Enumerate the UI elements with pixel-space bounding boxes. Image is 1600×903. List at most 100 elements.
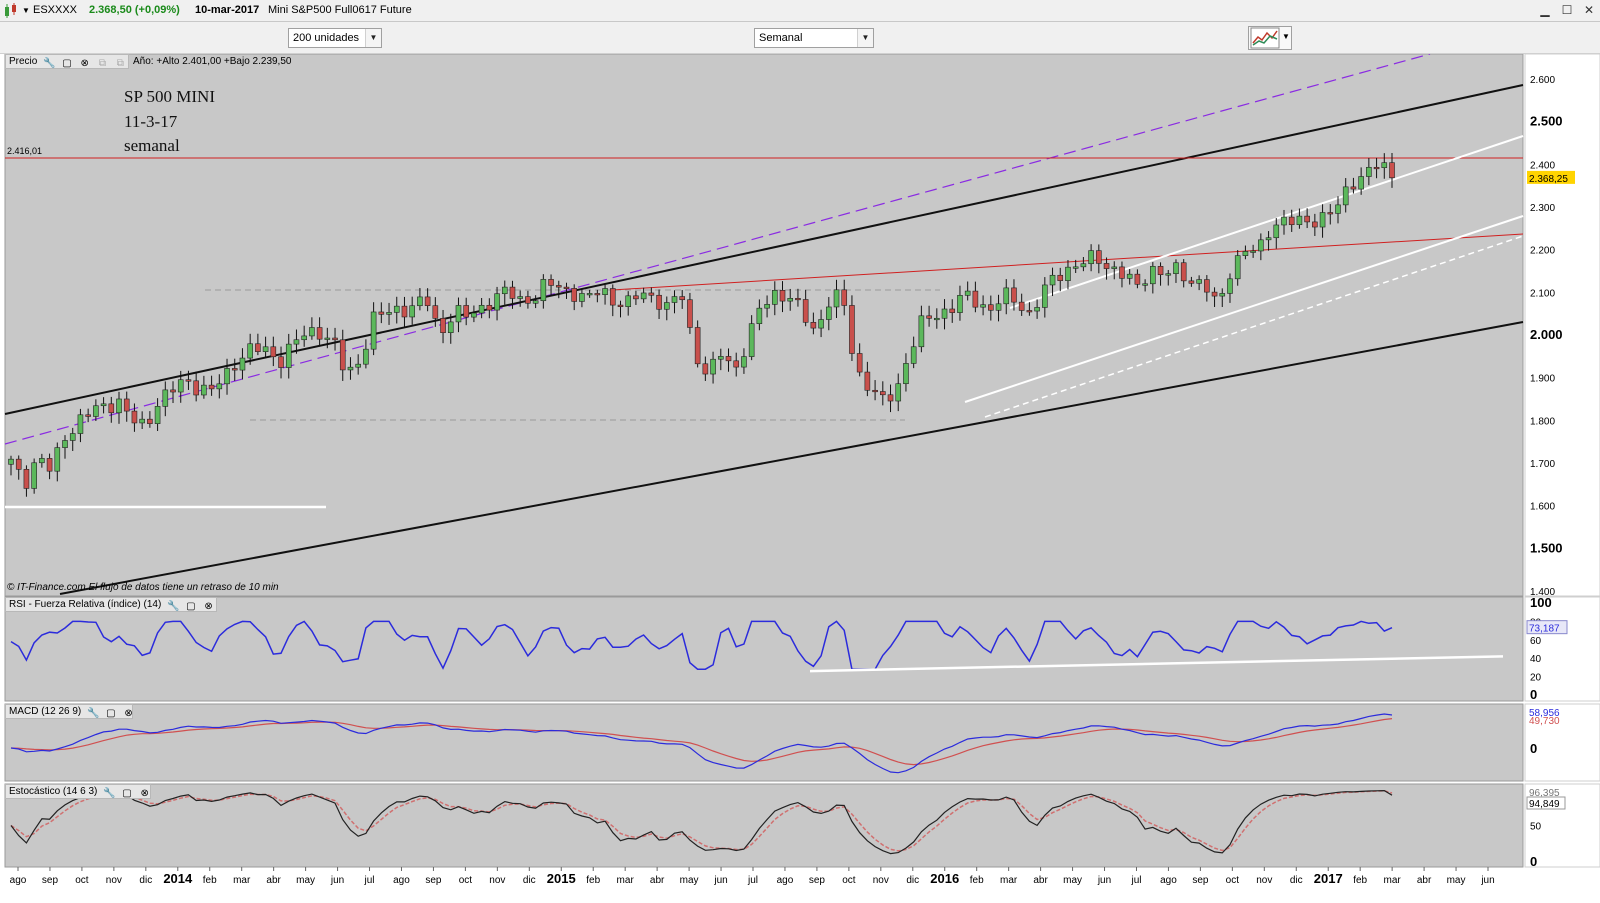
x-axis-label: jun — [713, 875, 727, 886]
close-icon[interactable]: ⊗ — [79, 58, 91, 70]
close-icon[interactable]: ⊗ — [203, 601, 215, 613]
bull-candle — [1335, 204, 1341, 214]
bull-candle — [116, 398, 122, 414]
bear-candle — [656, 294, 662, 310]
bear-candle — [887, 394, 894, 402]
bull-candle — [957, 295, 963, 313]
rsi-y-tick: 100 — [1530, 595, 1552, 610]
bull-candle — [1065, 266, 1071, 281]
macd-panel-label: MACD (12 26 9) — [9, 706, 82, 717]
units-select[interactable]: 200 unidades ▼ — [288, 28, 382, 48]
chevron-down-icon[interactable]: ▼ — [1282, 32, 1290, 41]
bear-candle — [594, 293, 601, 296]
x-axis-label: oct — [75, 875, 89, 886]
x-axis-label: mar — [1384, 875, 1402, 886]
bear-candle — [1288, 216, 1295, 226]
bull-candle — [1281, 216, 1287, 226]
x-axis-label: abr — [266, 875, 281, 886]
close-icon[interactable]: ⊗ — [123, 708, 135, 720]
maximize-button[interactable]: ☐ — [1558, 1, 1576, 19]
bear-candle — [463, 305, 469, 318]
chart-style-button[interactable]: ▼ — [1248, 26, 1292, 50]
rsi-y-tick: 60 — [1530, 636, 1542, 647]
wrench-icon[interactable]: 🔧 — [43, 58, 55, 70]
bull-candle — [455, 305, 462, 323]
price-panel-header: Precio 🔧 ▢ ⊗ ⧉ ⧉ — [5, 54, 129, 69]
bull-candle — [8, 458, 14, 465]
bear-candle — [1180, 262, 1187, 282]
close-button[interactable]: ✕ — [1580, 1, 1598, 19]
chevron-down-icon[interactable]: ▼ — [365, 29, 381, 47]
window-icon[interactable]: ▢ — [121, 788, 133, 800]
close-icon[interactable]: ⊗ — [139, 788, 151, 800]
bull-candle — [285, 343, 292, 368]
bear-candle — [687, 299, 693, 328]
chart-toolbar: 200 unidades ▼ Semanal ▼ ▼ — [0, 22, 1600, 54]
chevron-down-icon[interactable]: ▼ — [857, 29, 873, 47]
bull-candle — [293, 339, 300, 345]
price-y-tick: 2.200 — [1530, 246, 1555, 257]
x-axis-label: may — [1063, 875, 1082, 886]
x-axis-label: sep — [425, 875, 442, 886]
bull-candle — [1265, 237, 1272, 241]
window-icon[interactable]: ▢ — [61, 58, 73, 70]
symbol-label[interactable]: ESXXXX — [33, 4, 77, 16]
bear-candle — [170, 389, 176, 393]
bull-candle — [579, 293, 585, 302]
symbol-dropdown-arrow-icon[interactable]: ▼ — [22, 6, 30, 15]
bull-candle — [417, 296, 423, 307]
window-icon[interactable]: ▢ — [105, 708, 117, 720]
price-y-tick: 2.100 — [1530, 288, 1555, 299]
bull-candle — [818, 319, 824, 329]
bull-candle — [247, 343, 253, 359]
x-axis-label: jul — [747, 875, 758, 886]
bull-candle — [201, 384, 207, 396]
bull-candle — [1319, 212, 1326, 228]
wrench-icon[interactable]: 🔧 — [87, 708, 99, 720]
period-select[interactable]: Semanal ▼ — [754, 28, 874, 48]
bull-candle — [1003, 287, 1010, 305]
bull-candle — [910, 346, 917, 364]
bull-candle — [1196, 279, 1202, 284]
minimize-button[interactable]: ▁ — [1536, 1, 1554, 19]
bear-candle — [108, 403, 115, 414]
bear-candle — [949, 308, 956, 313]
bull-candle — [239, 357, 246, 371]
x-axis-label: 2016 — [930, 871, 959, 886]
x-axis-label: mar — [1000, 875, 1018, 886]
bear-candle — [193, 380, 199, 396]
bear-candle — [609, 288, 616, 306]
wrench-icon[interactable]: 🔧 — [167, 601, 179, 613]
bull-candle — [918, 315, 925, 348]
annotation-timeframe: semanal — [124, 136, 180, 155]
units-select-value: 200 unidades — [293, 32, 360, 44]
bear-candle — [23, 469, 30, 489]
bear-candle — [571, 288, 578, 302]
bear-candle — [856, 353, 863, 373]
bear-candle — [872, 389, 878, 393]
paste-icon[interactable]: ⧉ — [114, 58, 126, 70]
bull-candle — [756, 307, 763, 324]
bull-candle — [471, 312, 477, 318]
x-axis-label: ago — [1160, 875, 1177, 886]
bear-candle — [1011, 287, 1017, 303]
bear-candle — [779, 290, 786, 302]
x-axis-label: nov — [106, 875, 122, 886]
window-icon[interactable]: ▢ — [185, 601, 197, 613]
bull-candle — [363, 348, 369, 365]
bull-candle — [964, 290, 971, 296]
chart-canvas[interactable]: 2.600 2.500 2.400 2.300 2.200 2.100 2.000 1.900… — [0, 54, 1600, 903]
candlestick-app-icon[interactable] — [3, 3, 19, 19]
bull-candle — [54, 447, 61, 472]
x-axis-label: may — [1447, 875, 1466, 886]
wrench-icon[interactable]: 🔧 — [103, 788, 115, 800]
bull-candle — [825, 306, 832, 320]
macd-y-tick: 0 — [1530, 741, 1537, 756]
macd-panel-header: MACD (12 26 9) 🔧 ▢ ⊗ — [5, 704, 133, 719]
copy-icon[interactable]: ⧉ — [96, 58, 108, 70]
bull-candle — [934, 317, 940, 321]
x-axis-label: sep — [1192, 875, 1209, 886]
rsi-value-label: 73,187 — [1529, 624, 1560, 635]
x-axis-label: abr — [650, 875, 665, 886]
level-label: 2.416,01 — [7, 146, 43, 156]
